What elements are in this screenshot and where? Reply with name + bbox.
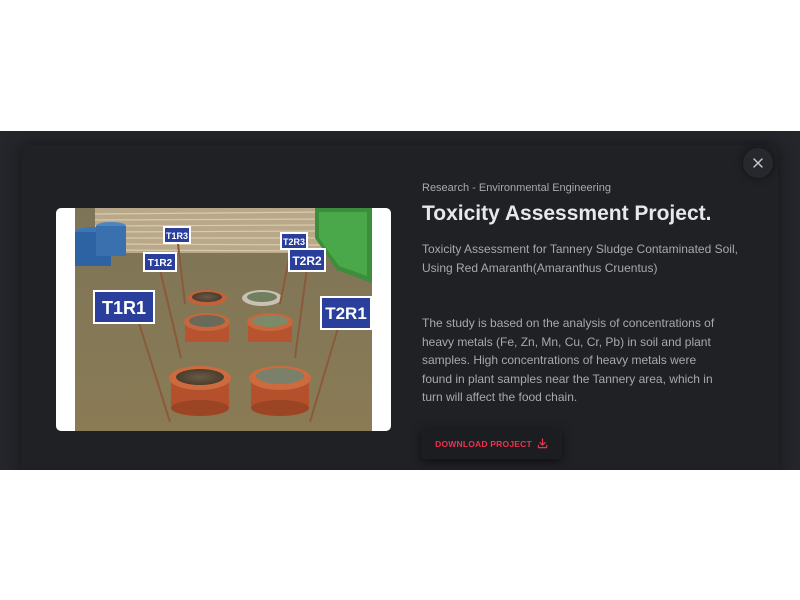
sign-label: T2R3: [283, 237, 305, 247]
project-title: Toxicity Assessment Project.: [422, 202, 712, 225]
project-subtitle: Toxicity Assessment for Tannery Sludge C…: [422, 242, 738, 275]
sign-label: T2R1: [325, 304, 367, 323]
project-category: Research - Environmental Engineering: [422, 182, 611, 194]
project-modal: T1R3 T1R2 T2R3 T2R2 T1R1 T2R1 Research -…: [22, 145, 778, 470]
page-backdrop: T1R3 T1R2 T2R3 T2R2 T1R1 T2R1 Research -…: [0, 131, 800, 470]
download-icon: [537, 438, 548, 449]
sign-label: T1R2: [148, 258, 173, 269]
close-icon: [753, 158, 763, 168]
download-project-button[interactable]: DOWNLOAD PROJECT: [421, 428, 562, 459]
sign-label: T1R1: [102, 298, 146, 318]
sign-label: T2R2: [292, 254, 322, 268]
project-description: The study is based on the analysis of co…: [422, 316, 715, 404]
download-button-label: DOWNLOAD PROJECT: [435, 438, 532, 449]
sign-label: T1R3: [166, 231, 188, 241]
project-photo: T1R3 T1R2 T2R3 T2R2 T1R1 T2R1: [75, 208, 372, 431]
close-button[interactable]: [743, 148, 773, 178]
project-image-frame: T1R3 T1R2 T2R3 T2R2 T1R1 T2R1: [56, 208, 391, 431]
